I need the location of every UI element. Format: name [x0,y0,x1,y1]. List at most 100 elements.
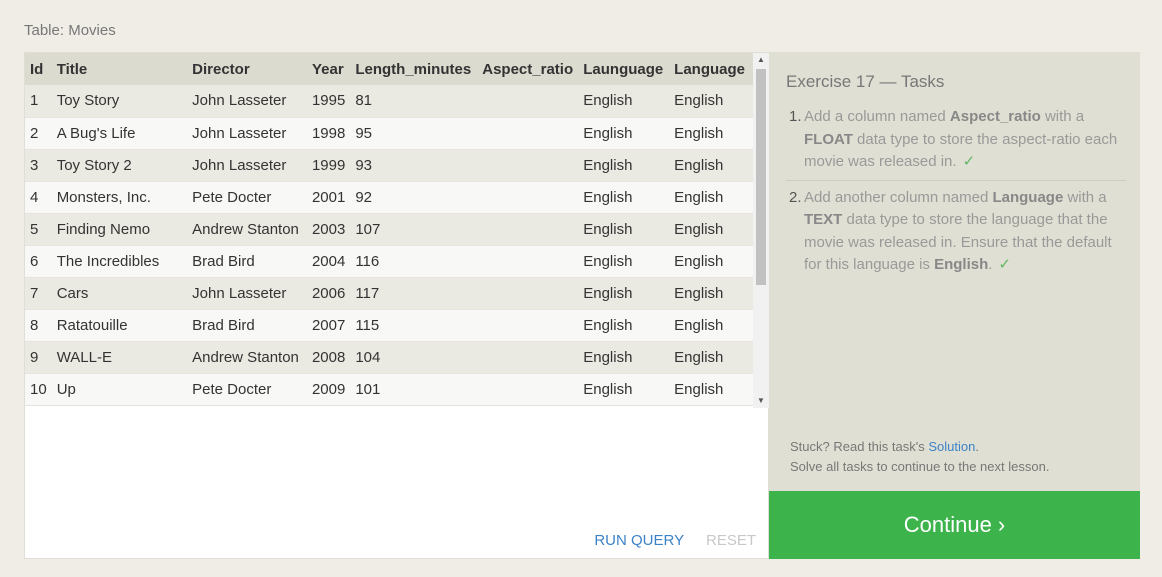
run-query-button[interactable]: RUN QUERY [594,532,683,549]
cell-language: English [669,85,753,118]
scroll-up-arrow-icon[interactable]: ▲ [753,53,769,67]
cell-length-minutes: 117 [350,277,478,310]
table-row: 4 Monsters, Inc. Pete Docter 2001 92 Eng… [25,181,753,214]
cell-launguage: English [578,149,670,182]
column-header-id: Id [25,53,52,85]
cell-aspect-ratio [477,181,579,214]
cell-id: 4 [25,181,52,214]
cell-id: 10 [25,373,52,406]
cell-length-minutes: 81 [350,85,478,118]
table-row: 6 The Incredibles Brad Bird 2004 116 Eng… [25,245,753,278]
table-row: 2 A Bug's Life John Lasseter 1998 95 Eng… [25,117,753,150]
cell-length-minutes: 104 [350,341,478,374]
cell-launguage: English [578,117,670,150]
solve-all-note: Solve all tasks to continue to the next … [790,459,1050,474]
cell-title: WALL-E [51,341,188,374]
cell-launguage: English [578,245,670,278]
cell-language: English [669,117,753,150]
cell-launguage: English [578,341,670,374]
cell-id: 1 [25,85,52,118]
cell-title: A Bug's Life [51,117,188,150]
cell-title: Toy Story 2 [51,149,188,182]
cell-aspect-ratio [477,277,579,310]
cell-title: Up [51,373,188,406]
cell-length-minutes: 101 [350,373,478,406]
scroll-down-arrow-icon[interactable]: ▼ [753,394,769,408]
cell-year: 2001 [306,181,351,214]
cell-launguage: English [578,277,670,310]
cell-launguage: English [578,309,670,342]
query-actions: RUN QUERY RESET [576,532,756,549]
cell-year: 1998 [306,117,351,150]
exercise-title: Exercise 17 — Tasks [786,72,945,91]
cell-language: English [669,373,753,406]
cell-director: John Lasseter [187,85,307,118]
task-item: 1. Add a column named Aspect_ratio with … [786,106,1126,181]
cell-title: Cars [51,277,188,310]
table-caption: Table: Movies [24,22,116,39]
cell-id: 3 [25,149,52,182]
table-row: 3 Toy Story 2 John Lasseter 1999 93 Engl… [25,149,753,182]
cell-year: 2004 [306,245,351,278]
cell-title: Finding Nemo [51,213,188,246]
cell-id: 2 [25,117,52,150]
cell-year: 2007 [306,309,351,342]
solution-link[interactable]: Solution [928,439,975,454]
column-header-launguage: Launguage [578,53,670,85]
table-header-row: Id Title Director Year Length_minutes As… [25,53,753,85]
cell-year: 2009 [306,373,351,406]
results-table: Id Title Director Year Length_minutes As… [25,53,753,406]
table-row: 7 Cars John Lasseter 2006 117 English En… [25,277,753,310]
cell-language: English [669,149,753,182]
cell-id: 6 [25,245,52,278]
cell-director: Pete Docter [187,181,307,214]
reset-button[interactable]: RESET [706,532,756,549]
cell-language: English [669,277,753,310]
task-list: 1. Add a column named Aspect_ratio with … [786,106,1132,283]
cell-length-minutes: 93 [350,149,478,182]
cell-length-minutes: 95 [350,117,478,150]
column-header-aspect-ratio: Aspect_ratio [477,53,579,85]
cell-aspect-ratio [477,213,579,246]
task-text: Add another column named Language with a… [804,188,1112,274]
cell-id: 5 [25,213,52,246]
cell-aspect-ratio [477,245,579,278]
cell-id: 7 [25,277,52,310]
cell-launguage: English [578,85,670,118]
task-item: 2. Add another column named Language wit… [786,187,1132,283]
cell-length-minutes: 92 [350,181,478,214]
cell-id: 9 [25,341,52,374]
cell-director: John Lasseter [187,277,307,310]
continue-button[interactable]: Continue › [769,491,1140,559]
table-row: 1 Toy Story John Lasseter 1995 81 Englis… [25,85,753,118]
cell-year: 2008 [306,341,351,374]
cell-title: The Incredibles [51,245,188,278]
cell-title: Monsters, Inc. [51,181,188,214]
scrollbar-thumb[interactable] [756,69,766,285]
table-row: 5 Finding Nemo Andrew Stanton 2003 107 E… [25,213,753,246]
column-header-director: Director [187,53,307,85]
column-header-year: Year [306,53,351,85]
cell-id: 8 [25,309,52,342]
cell-year: 1999 [306,149,351,182]
cell-aspect-ratio [477,117,579,150]
table-row: 8 Ratatouille Brad Bird 2007 115 English… [25,309,753,342]
column-header-language: Language [669,53,753,85]
task-text: Add a column named Aspect_ratio with a F… [804,108,1118,170]
column-header-length-minutes: Length_minutes [350,53,478,85]
vertical-scrollbar[interactable]: ▲ ▼ [753,53,769,408]
cell-language: English [669,245,753,278]
cell-aspect-ratio [477,373,579,406]
query-results-panel: Id Title Director Year Length_minutes As… [24,52,769,559]
results-grid[interactable]: Id Title Director Year Length_minutes As… [25,53,753,408]
cell-launguage: English [578,181,670,214]
cell-aspect-ratio [477,149,579,182]
task-number: 1. [789,108,802,125]
cell-length-minutes: 116 [350,245,478,278]
cell-year: 2006 [306,277,351,310]
cell-director: Andrew Stanton [187,213,307,246]
cell-director: John Lasseter [187,149,307,182]
cell-director: Pete Docter [187,373,307,406]
exercise-panel: Exercise 17 — Tasks 1. Add a column name… [769,52,1140,491]
cell-director: Andrew Stanton [187,341,307,374]
